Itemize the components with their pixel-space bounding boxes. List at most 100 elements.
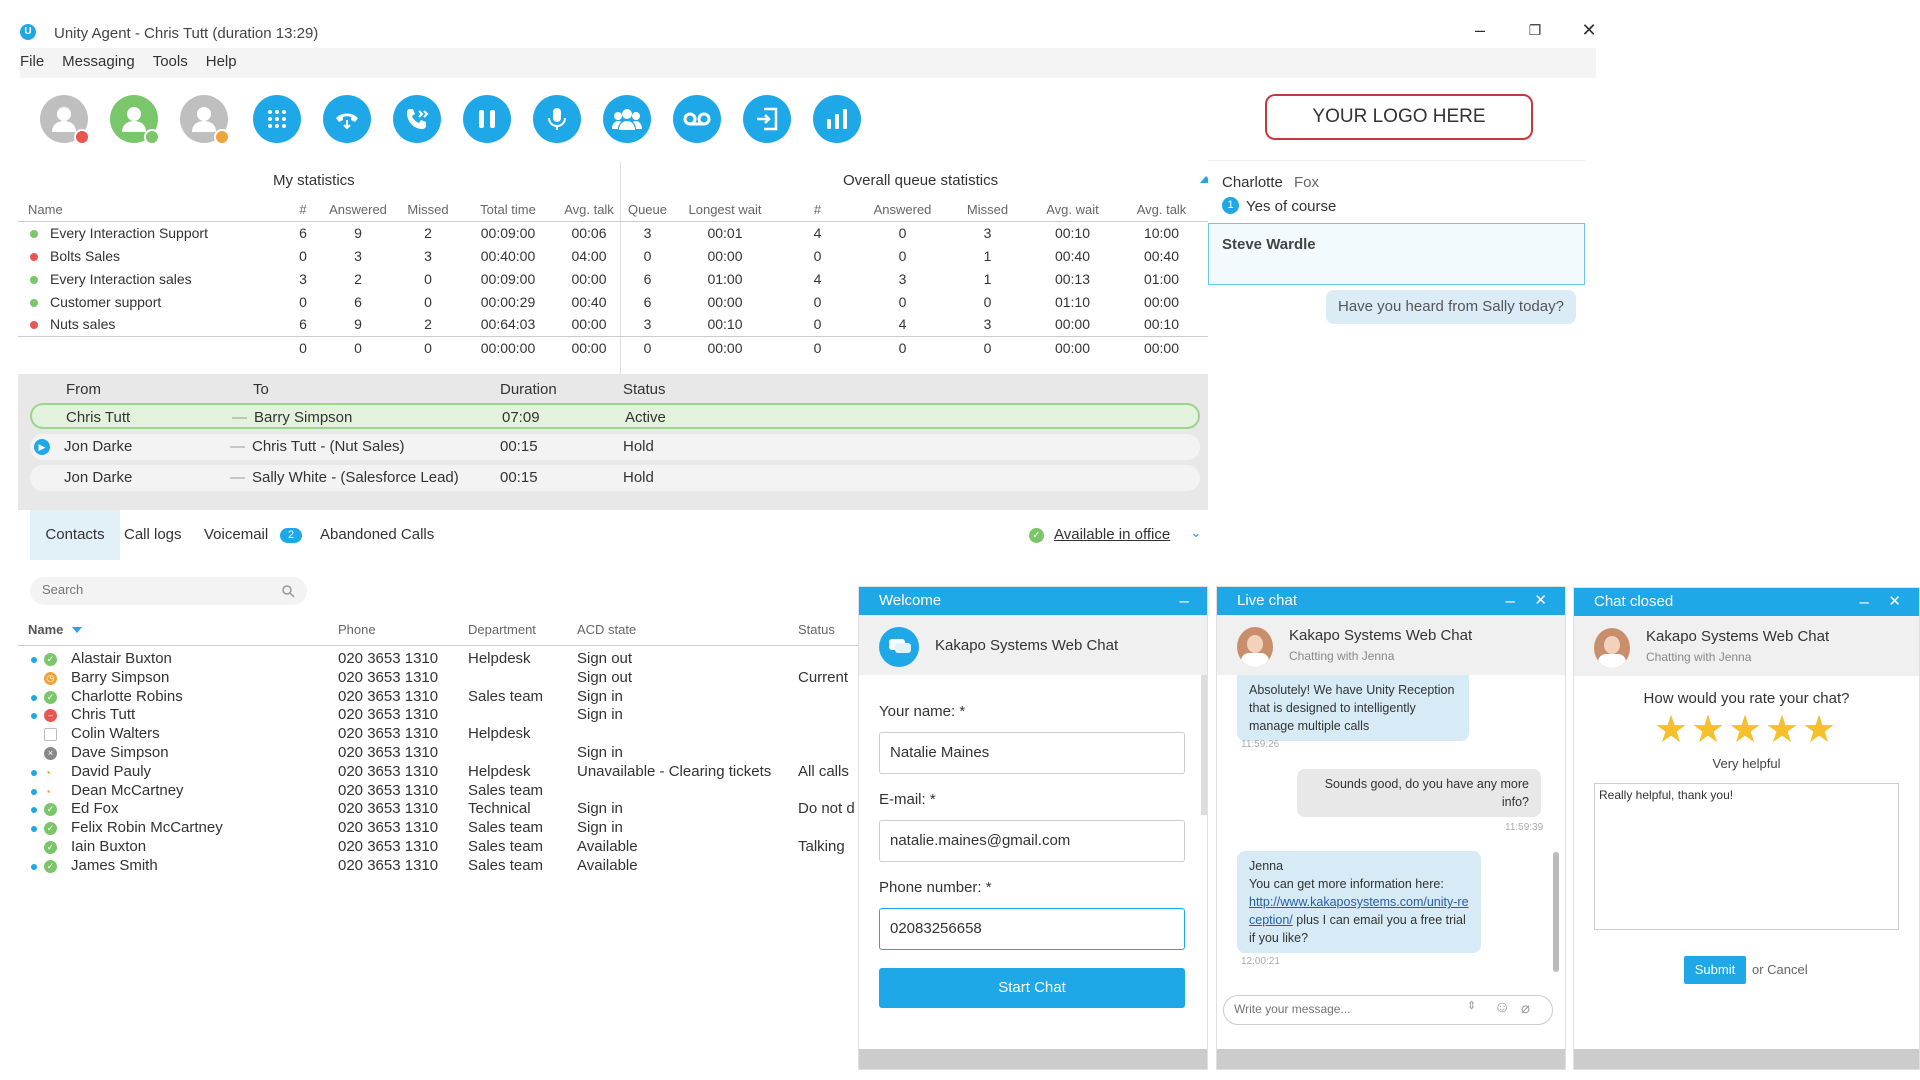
availability-selector[interactable]: Available in office	[1054, 526, 1170, 543]
message-input-box[interactable]: ⇕ ☺ ⌀	[1223, 995, 1553, 1025]
scrollbar[interactable]	[1201, 675, 1207, 815]
maximize-button[interactable]: ❐	[1523, 22, 1547, 39]
statistics-row[interactable]: Every Interaction Support 6 9 2 00:09:00 00:0…	[18, 221, 1208, 244]
presence-busy-button[interactable]	[40, 95, 90, 145]
contact-phone: 020 3653 1310	[338, 668, 439, 686]
sign-in-button[interactable]	[743, 95, 791, 143]
emoji-icon[interactable]: ☺	[1494, 999, 1510, 1017]
minimize-chat-button[interactable]: –	[1860, 588, 1869, 616]
contact-name: Alastair Buxton	[71, 650, 172, 667]
contact-row[interactable]: ◔ Dean McCartney 020 3653 1310 Sales team	[18, 782, 858, 801]
close-button[interactable]: ✕	[1577, 20, 1601, 41]
agent-avatar	[1237, 627, 1273, 667]
dialpad-button[interactable]	[253, 95, 301, 143]
contact-row[interactable]: ◷ Barry Simpson 020 3653 1310 Sign out Curre…	[18, 669, 858, 688]
statistics-row[interactable]: Bolts Sales 0 3 3 00:40:00 04:00 0 00:00 0 0 1 00:4…	[18, 244, 1208, 267]
im-contact-name: Charlotte	[1222, 174, 1283, 191]
tab-call-logs[interactable]: Call logs	[124, 510, 182, 560]
im-conversation-charlotte[interactable]: Charlotte Fox 1 Yes of course	[1208, 160, 1585, 222]
contact-row[interactable]: ✓ Charlotte Robins 020 3653 1310 Sales team…	[18, 688, 858, 707]
stepper-icon[interactable]: ⇕	[1467, 999, 1476, 1012]
presence-available-button[interactable]	[110, 95, 160, 145]
minimize-button[interactable]: –	[1468, 20, 1492, 41]
call-from: Jon Darke	[64, 469, 133, 486]
call-row-hold[interactable]: Jon Darke — Sally White - (Salesforce Le…	[30, 465, 1200, 491]
star-icon[interactable]: ★	[1691, 710, 1725, 750]
statistic-cell: 6	[354, 293, 362, 310]
start-chat-button[interactable]: Start Chat	[879, 968, 1185, 1008]
statistics-row[interactable]: Every Interaction sales 3 2 0 00:09:00 00:00 6…	[18, 267, 1208, 290]
call-separator: —	[230, 469, 245, 486]
feedback-textarea[interactable]: Really helpful, thank you!	[1594, 783, 1899, 930]
minimize-chat-button[interactable]: –	[1180, 587, 1189, 615]
mute-button[interactable]	[533, 95, 581, 143]
message-sender: Jenna	[1249, 859, 1284, 873]
contact-row[interactable]: ✓ James Smith 020 3653 1310 Sales team Avail…	[18, 857, 858, 876]
statistics-row[interactable]: Nuts sales 6 9 2 00:64:03 00:00 3 00:10 0 4 3 00:00…	[18, 313, 1208, 336]
name-field[interactable]: Natalie Maines	[879, 732, 1185, 774]
contact-row[interactable]: ✓ Iain Buxton 020 3653 1310 Sales team Avail…	[18, 838, 858, 857]
contact-name: Chris Tutt	[71, 706, 136, 724]
contact-row[interactable]: ◔ David Pauly 020 3653 1310 Helpdesk Unavail…	[18, 763, 858, 782]
statistic-cell: 00:40	[1143, 247, 1180, 264]
message-input[interactable]	[1234, 1002, 1434, 1016]
statistics-button[interactable]	[813, 95, 861, 143]
close-chat-button[interactable]: ✕	[1888, 588, 1901, 616]
presence-away-button[interactable]	[180, 95, 230, 145]
contact-name: Iain Buxton	[71, 838, 147, 855]
play-icon[interactable]: ▶	[34, 439, 50, 455]
contact-row[interactable]: ✓ Alastair Buxton 020 3653 1310 Helpdesk Sig…	[18, 650, 858, 669]
call-row-active[interactable]: Chris Tutt — Barry Simpson 07:09 Active	[30, 403, 1200, 429]
menu-tools[interactable]: Tools	[153, 48, 188, 76]
statistic-cell: 0	[424, 339, 432, 356]
menu-help[interactable]: Help	[206, 48, 237, 76]
submit-button[interactable]: Submit	[1684, 956, 1746, 984]
tab-abandoned-calls[interactable]: Abandoned Calls	[320, 510, 434, 560]
attachment-icon[interactable]: ⌀	[1521, 999, 1530, 1017]
tab-contacts[interactable]: Contacts	[30, 510, 120, 560]
statistics-row[interactable]: 0 0 0 00:00:00 00:00 0 00:00 0 0 0 00:00 00:00	[18, 336, 1208, 359]
call-row-hold[interactable]: ▶ Jon Darke — Chris Tutt - (Nut Sales) 0…	[30, 434, 1200, 460]
im-conversation-steve[interactable]: Steve Wardle	[1208, 223, 1585, 285]
queue-name-cell: Nuts sales	[18, 313, 288, 336]
voicemail-button[interactable]	[673, 95, 721, 143]
contact-acd-state: Available	[577, 856, 638, 874]
conference-button[interactable]	[603, 95, 651, 143]
contact-acd-state: Unavailable - Clearing tickets	[577, 762, 772, 780]
search-input[interactable]	[42, 582, 262, 597]
cancel-link[interactable]: or Cancel	[1752, 962, 1808, 977]
hold-button[interactable]	[463, 95, 511, 143]
menu-file[interactable]: File	[20, 48, 44, 76]
sort-by-name-header[interactable]: Name	[28, 622, 63, 637]
available-check-icon: ✓	[44, 653, 57, 666]
contact-row[interactable]: × Dave Simpson 020 3653 1310 Sign in	[18, 744, 858, 763]
chat-window-title: Live chat	[1237, 592, 1298, 609]
pickup-call-button[interactable]	[323, 95, 371, 143]
contact-row[interactable]: ✓ Felix Robin McCartney 020 3653 1310 Sales…	[18, 819, 858, 838]
close-chat-button[interactable]: ✕	[1534, 587, 1547, 615]
email-field[interactable]: natalie.maines@gmail.com	[879, 820, 1185, 862]
search-box[interactable]	[30, 577, 307, 605]
contact-row[interactable]: ✓ Ed Fox 020 3653 1310 Technical Sign in Do n…	[18, 800, 858, 819]
star-icon[interactable]: ★	[1802, 710, 1836, 750]
statistic-cell: 4	[898, 316, 907, 333]
chevron-down-icon[interactable]: ⌄	[1190, 524, 1202, 541]
star-icon[interactable]: ★	[1728, 710, 1762, 750]
tab-voicemail[interactable]: Voicemail	[204, 510, 268, 560]
transfer-call-button[interactable]	[393, 95, 441, 143]
col-name: Name	[28, 201, 63, 217]
contact-phone: 020 3653 1310	[338, 706, 439, 724]
voicemail-icon	[683, 112, 711, 126]
star-icon[interactable]: ★	[1765, 710, 1799, 750]
contact-row[interactable]: Colin Walters 020 3653 1310 Helpdesk	[18, 725, 858, 744]
scrollbar[interactable]	[1553, 852, 1559, 972]
star-icon[interactable]: ★	[1654, 710, 1688, 750]
minimize-chat-button[interactable]: –	[1506, 587, 1515, 615]
phone-field[interactable]: 02083256658	[879, 908, 1185, 950]
contact-row[interactable]: – Chris Tutt 020 3653 1310 Sign in	[18, 706, 858, 725]
menu-messaging[interactable]: Messaging	[62, 48, 135, 76]
statistic-cell: 0	[299, 339, 307, 356]
contacts-panel: Name Phone Department ACD state Status ✓…	[18, 565, 858, 905]
star-rating[interactable]: ★ ★ ★ ★ ★	[1654, 710, 1844, 750]
statistics-row[interactable]: Customer support 0 6 0 00:00:29 00:40 6 00:00 0 0…	[18, 290, 1208, 313]
